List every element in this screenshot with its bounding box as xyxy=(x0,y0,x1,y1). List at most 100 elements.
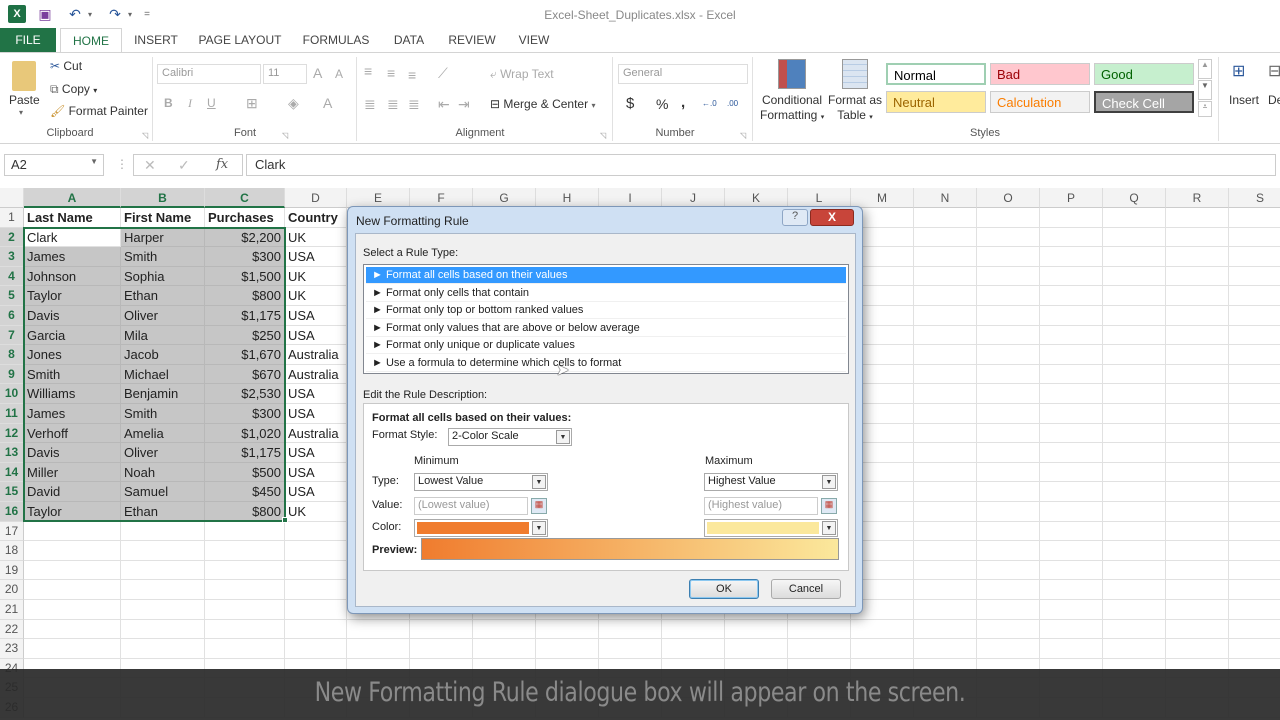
cell-o22[interactable] xyxy=(977,619,1040,640)
cell-r23[interactable] xyxy=(1166,639,1229,659)
cell-q16[interactable] xyxy=(1103,502,1166,522)
cell-a1[interactable]: Last Name xyxy=(24,208,121,228)
cell-q19[interactable] xyxy=(1103,560,1166,581)
currency-button[interactable]: $ xyxy=(626,95,634,112)
paste-button[interactable]: Paste xyxy=(9,93,40,107)
format-as-table-button[interactable]: Format as Table ▾ xyxy=(826,93,884,125)
cell-n7[interactable] xyxy=(914,325,977,346)
cell-i22[interactable] xyxy=(599,619,662,640)
cell-p17[interactable] xyxy=(1040,521,1103,542)
cell-q9[interactable] xyxy=(1103,364,1166,385)
orientation-icon[interactable]: ⟋ xyxy=(438,65,448,82)
cell-o5[interactable] xyxy=(977,286,1040,306)
cell-d16[interactable]: UK xyxy=(285,502,347,522)
select-all-button[interactable] xyxy=(0,188,24,208)
cell-n9[interactable] xyxy=(914,364,977,385)
cell-a14[interactable]: Miller xyxy=(24,462,121,483)
format-as-table-icon[interactable] xyxy=(842,59,868,89)
cell-b3[interactable]: Smith xyxy=(121,247,205,267)
cell-s2[interactable] xyxy=(1229,228,1280,248)
column-header-n[interactable]: N xyxy=(914,188,977,208)
cell-n4[interactable] xyxy=(914,266,977,287)
row-header-11[interactable]: 11 xyxy=(0,404,24,424)
cell-b22[interactable] xyxy=(121,619,205,640)
tab-review[interactable]: REVIEW xyxy=(444,28,500,52)
cell-j23[interactable] xyxy=(662,639,725,659)
cell-n1[interactable] xyxy=(914,208,977,228)
tab-data[interactable]: DATA xyxy=(386,28,432,52)
cell-c8[interactable]: $1,670 xyxy=(205,345,285,365)
cell-s4[interactable] xyxy=(1229,267,1280,287)
cell-p19[interactable] xyxy=(1040,560,1103,581)
style-calculation[interactable]: Calculation xyxy=(990,91,1090,113)
cell-n10[interactable] xyxy=(914,384,977,404)
range-selector-icon[interactable]: ▦ xyxy=(531,498,547,514)
row-header-17[interactable]: 17 xyxy=(0,521,24,542)
maximum-type-select[interactable]: Highest Value ▼ xyxy=(704,473,838,491)
column-header-c[interactable]: C xyxy=(205,188,285,208)
fill-color-icon[interactable]: ◈ xyxy=(288,95,299,112)
cell-d9[interactable]: Australia xyxy=(285,364,347,385)
cell-p8[interactable] xyxy=(1040,345,1103,365)
cell-c1[interactable]: Purchases xyxy=(205,208,285,228)
cell-d10[interactable]: USA xyxy=(285,384,347,404)
column-header-g[interactable]: G xyxy=(473,188,536,208)
cell-b4[interactable]: Sophia xyxy=(121,266,205,287)
cell-s14[interactable] xyxy=(1229,463,1280,483)
cancel-entry-icon[interactable]: ✕ xyxy=(144,157,156,174)
cell-b10[interactable]: Benjamin xyxy=(121,384,205,404)
cell-d2[interactable]: UK xyxy=(285,227,347,248)
cell-d22[interactable] xyxy=(285,619,347,640)
underline-button[interactable]: U xyxy=(207,96,216,110)
bottom-align-icon[interactable]: ≡ xyxy=(408,67,416,83)
cell-r1[interactable] xyxy=(1166,208,1229,228)
cell-m23[interactable] xyxy=(851,639,914,659)
cell-a18[interactable] xyxy=(24,541,121,561)
row-header-20[interactable]: 20 xyxy=(0,580,24,600)
cell-b9[interactable]: Michael xyxy=(121,364,205,385)
column-header-d[interactable]: D xyxy=(285,188,347,208)
row-header-10[interactable]: 10 xyxy=(0,384,24,404)
format-painter-button[interactable]: 🖌 Format Painter xyxy=(50,104,148,118)
cell-b11[interactable]: Smith xyxy=(121,404,205,424)
cell-n18[interactable] xyxy=(914,541,977,561)
cell-s12[interactable] xyxy=(1229,424,1280,444)
column-header-b[interactable]: B xyxy=(121,188,205,208)
cell-l23[interactable] xyxy=(788,639,851,659)
align-right-icon[interactable]: ≣ xyxy=(408,96,420,113)
bold-button[interactable]: B xyxy=(164,96,173,110)
cell-r5[interactable] xyxy=(1166,286,1229,306)
cell-c21[interactable] xyxy=(205,600,285,620)
cell-s5[interactable] xyxy=(1229,286,1280,306)
cell-d7[interactable]: USA xyxy=(285,325,347,346)
cell-r7[interactable] xyxy=(1166,325,1229,346)
cell-d4[interactable]: UK xyxy=(285,266,347,287)
cell-o23[interactable] xyxy=(977,639,1040,659)
cell-b14[interactable]: Noah xyxy=(121,462,205,483)
maximum-value-input[interactable]: (Highest value) xyxy=(704,497,818,515)
cell-b13[interactable]: Oliver xyxy=(121,443,205,463)
column-header-f[interactable]: F xyxy=(410,188,473,208)
cell-i23[interactable] xyxy=(599,639,662,659)
cell-p5[interactable] xyxy=(1040,286,1103,306)
delete-button[interactable]: De xyxy=(1268,93,1280,107)
align-center-icon[interactable]: ≣ xyxy=(387,96,399,113)
cut-button[interactable]: ✂ Cut xyxy=(50,59,82,73)
cell-s11[interactable] xyxy=(1229,404,1280,424)
cell-g22[interactable] xyxy=(473,619,536,640)
cell-e22[interactable] xyxy=(347,619,410,640)
cell-b23[interactable] xyxy=(121,639,205,659)
cell-o19[interactable] xyxy=(977,560,1040,581)
cell-o17[interactable] xyxy=(977,521,1040,542)
cell-s19[interactable] xyxy=(1229,561,1280,581)
cell-n3[interactable] xyxy=(914,247,977,267)
cell-n23[interactable] xyxy=(914,639,977,659)
cell-b12[interactable]: Amelia xyxy=(121,423,205,444)
cell-c22[interactable] xyxy=(205,619,285,640)
column-header-i[interactable]: I xyxy=(599,188,662,208)
cell-c10[interactable]: $2,530 xyxy=(205,384,285,404)
cell-c11[interactable]: $300 xyxy=(205,404,285,424)
cell-b20[interactable] xyxy=(121,580,205,600)
cell-a13[interactable]: Davis xyxy=(24,443,121,463)
cell-o21[interactable] xyxy=(977,600,1040,620)
